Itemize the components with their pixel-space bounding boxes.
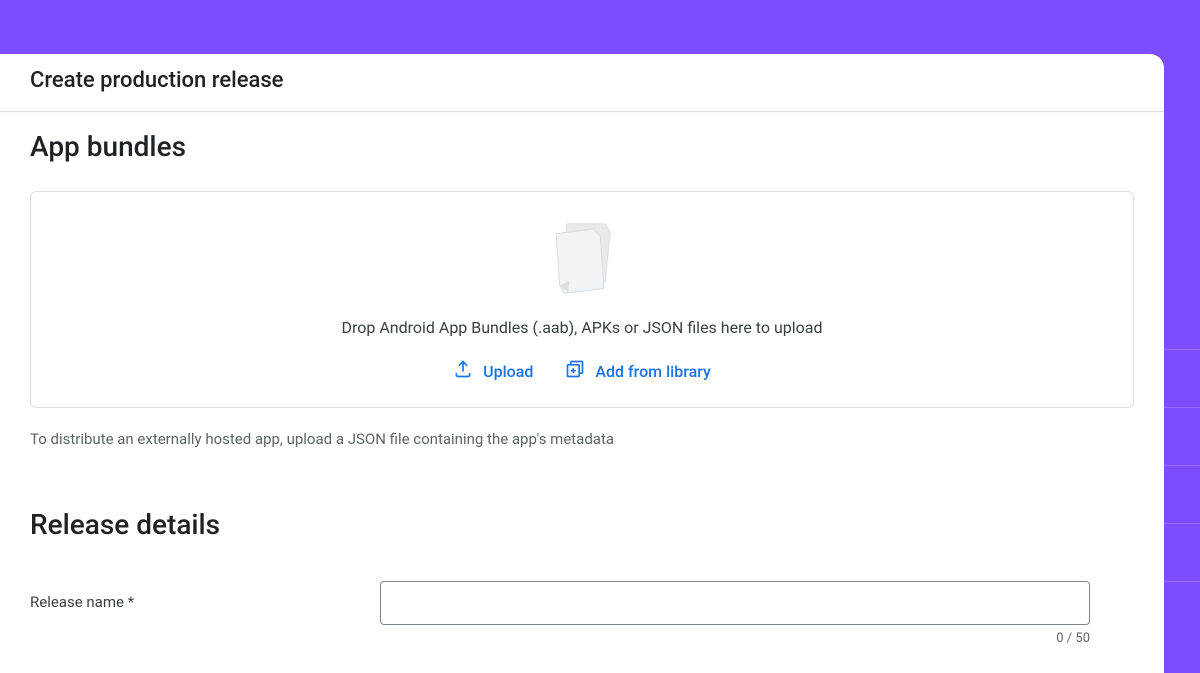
app-bundles-title: App bundles	[30, 130, 1134, 163]
upload-dropzone[interactable]: Drop Android App Bundles (.aab), APKs or…	[30, 191, 1134, 408]
side-tabs	[1164, 54, 1200, 673]
side-tab-4[interactable]	[1164, 465, 1200, 523]
release-details-title: Release details	[30, 508, 1134, 541]
dropzone-actions: Upload Add from library	[453, 359, 711, 383]
side-tab-3[interactable]	[1164, 407, 1200, 465]
release-name-input-wrapper: 0 / 50	[380, 581, 1090, 646]
file-stack-icon	[546, 222, 618, 300]
side-tab-6[interactable]	[1164, 581, 1200, 673]
release-name-input[interactable]	[380, 581, 1090, 625]
release-name-label: Release name *	[30, 581, 380, 611]
release-name-row: Release name * 0 / 50	[30, 581, 1134, 646]
side-tab-2[interactable]	[1164, 349, 1200, 407]
content-area: App bundles Drop Android App Bundles (.a…	[0, 112, 1164, 646]
upload-button[interactable]: Upload	[453, 359, 533, 383]
page-header: Create production release	[0, 54, 1164, 112]
add-from-library-button[interactable]: Add from library	[565, 359, 711, 383]
library-add-icon	[565, 359, 585, 383]
char-counter: 0 / 50	[380, 631, 1090, 646]
dropzone-instruction: Drop Android App Bundles (.aab), APKs or…	[341, 318, 822, 337]
side-tab-5[interactable]	[1164, 523, 1200, 581]
side-tab-1[interactable]	[1164, 54, 1200, 349]
upload-label: Upload	[483, 362, 533, 381]
page-title: Create production release	[30, 68, 1134, 93]
external-app-helper: To distribute an externally hosted app, …	[30, 430, 1134, 448]
upload-icon	[453, 359, 473, 383]
add-from-library-label: Add from library	[595, 362, 711, 381]
main-panel: Create production release App bundles Dr…	[0, 54, 1164, 673]
